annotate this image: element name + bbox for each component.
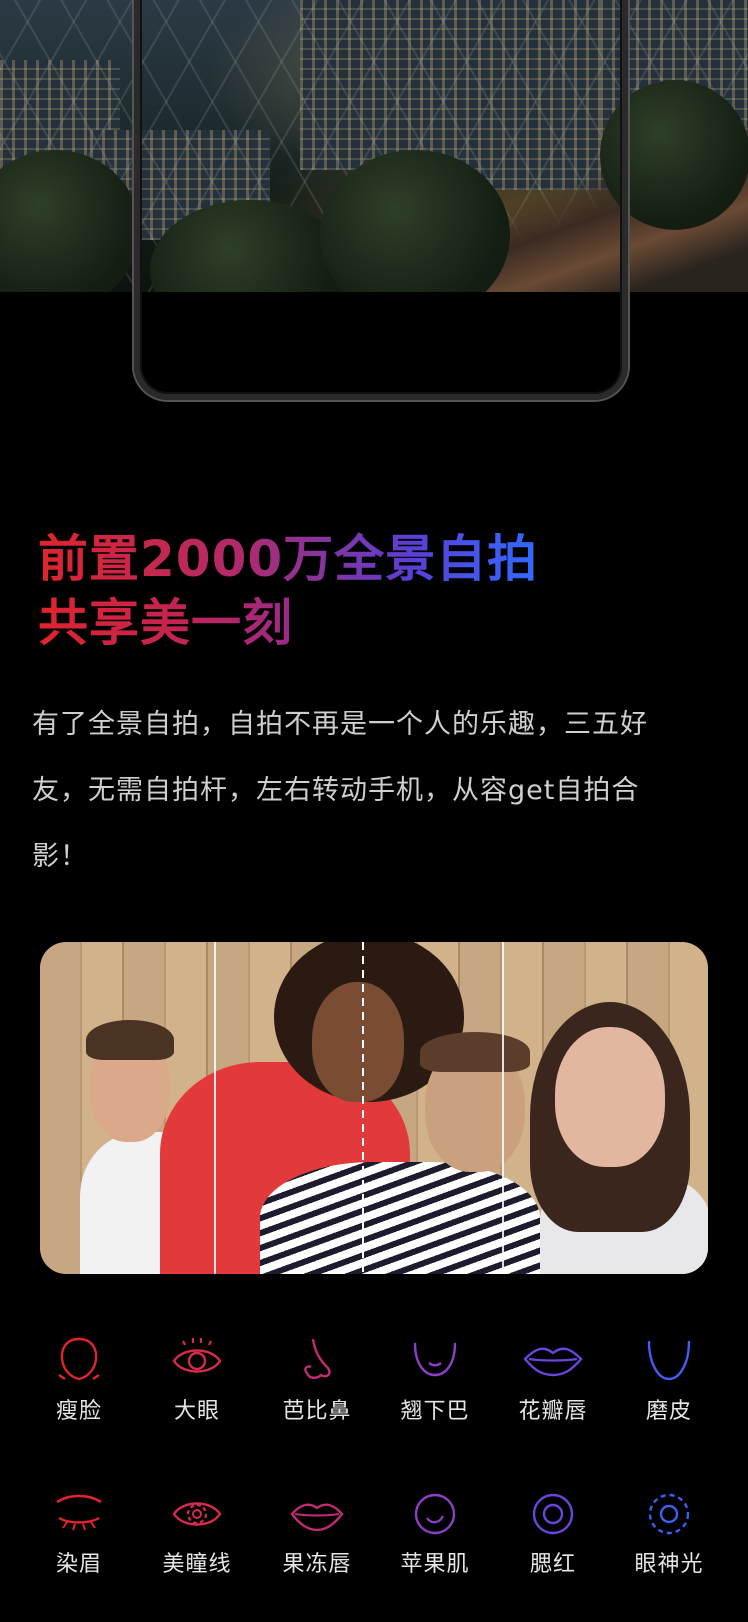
feature-lift-chin: 翘下巴 <box>380 1335 490 1425</box>
feature-big-eyes: 大眼 <box>142 1335 252 1425</box>
feature-label: 果冻唇 <box>282 1552 352 1577</box>
smooth-skin-icon <box>647 1340 691 1381</box>
feature-label: 染眉 <box>55 1552 102 1577</box>
feature-label: 腮红 <box>529 1552 576 1577</box>
feature-label: 芭比鼻 <box>282 1399 352 1424</box>
feature-dye-brows: 染眉 <box>24 1492 134 1578</box>
eyeliner-icon <box>172 1502 222 1526</box>
description-text: 有了全景自拍，自拍不再是一个人的乐趣，三五好友，无需自拍杆，左右转动手机，从容g… <box>32 709 648 872</box>
headline-line-2: 共享美一刻 <box>38 594 293 652</box>
panorama-divider <box>214 942 216 1274</box>
panorama-divider <box>502 942 504 1274</box>
feature-label: 苹果肌 <box>400 1552 470 1577</box>
feature-label: 瘦脸 <box>55 1399 102 1424</box>
feature-apple-cheek: 苹果肌 <box>380 1492 490 1578</box>
feature-jelly-lips: 果冻唇 <box>262 1492 372 1578</box>
headline: 前置2000万全景自拍 共享美一刻 <box>38 527 538 655</box>
chin-icon <box>413 1342 457 1377</box>
panorama-divider-dashed <box>362 942 364 1274</box>
lips-icon <box>523 1347 583 1377</box>
catchlight-icon <box>648 1493 690 1535</box>
jelly-lips-icon <box>290 1503 344 1532</box>
eye-icon <box>172 1338 222 1373</box>
face-outline-icon <box>58 1337 100 1381</box>
feature-label: 花瓣唇 <box>518 1399 588 1424</box>
headline-line-1: 前置2000万全景自拍 <box>38 530 539 588</box>
feature-label: 大眼 <box>173 1399 220 1424</box>
feature-label: 眼神光 <box>634 1552 704 1577</box>
nose-icon <box>304 1338 331 1379</box>
feature-petal-lips: 花瓣唇 <box>498 1335 608 1425</box>
feature-blush: 腮红 <box>498 1492 608 1578</box>
group-selfie-photo <box>40 942 708 1274</box>
eyebrow-icon <box>56 1494 102 1531</box>
feature-label: 翘下巴 <box>400 1399 470 1424</box>
feature-label: 美瞳线 <box>162 1552 232 1577</box>
feature-label: 磨皮 <box>645 1399 692 1424</box>
feature-slim-face: 瘦脸 <box>24 1335 134 1425</box>
feature-barbie-nose: 芭比鼻 <box>262 1335 372 1425</box>
cheek-icon <box>414 1493 456 1535</box>
blush-icon <box>532 1493 574 1535</box>
phone-frame <box>134 0 628 400</box>
feature-eyeliner: 美瞳线 <box>142 1492 252 1578</box>
feature-smooth-skin: 磨皮 <box>614 1335 724 1425</box>
feature-catchlight: 眼神光 <box>614 1492 724 1578</box>
